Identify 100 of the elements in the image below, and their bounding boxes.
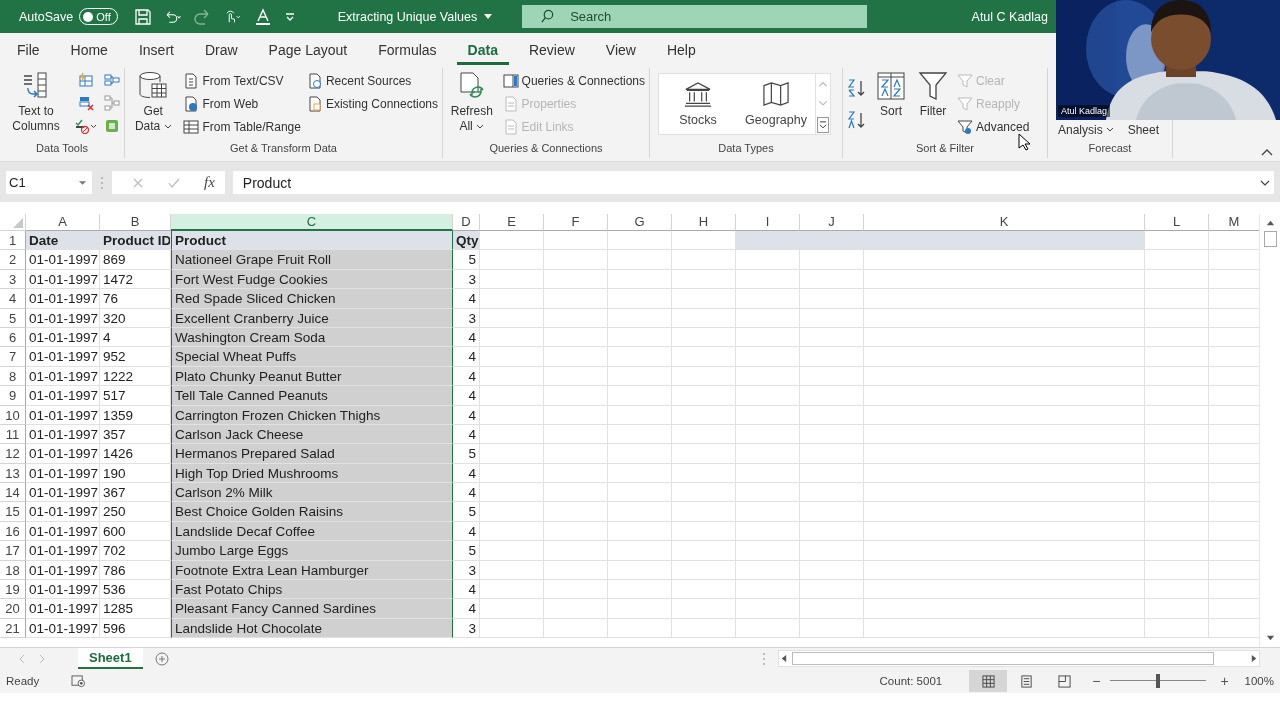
- data-model-icon[interactable]: [104, 118, 120, 134]
- sheet-tab[interactable]: Sheet1: [78, 648, 143, 669]
- row-header[interactable]: 4: [0, 289, 26, 309]
- row-header[interactable]: 8: [0, 366, 26, 387]
- row-header[interactable]: 15: [0, 502, 26, 522]
- table-cell: [1145, 269, 1209, 290]
- row-header[interactable]: 18: [0, 560, 26, 581]
- column-header[interactable]: F: [544, 214, 608, 231]
- zoom-level[interactable]: 100%: [1244, 675, 1274, 687]
- row-header[interactable]: 5: [0, 308, 26, 328]
- relationships-icon[interactable]: [104, 95, 120, 111]
- sort-ascending-icon[interactable]: [847, 78, 867, 98]
- funnel-icon: [957, 119, 973, 135]
- filter-button[interactable]: Filter: [915, 70, 951, 119]
- table-cell: [544, 560, 608, 581]
- ribbon-button[interactable]: Advanced: [957, 117, 1030, 137]
- sort-descending-icon[interactable]: [847, 110, 867, 130]
- row-header[interactable]: 3: [0, 269, 26, 290]
- caret-icon: [163, 123, 172, 130]
- zoom-out-button[interactable]: −: [1092, 673, 1101, 689]
- ribbon-tab[interactable]: Insert: [127, 42, 185, 65]
- font-color-icon[interactable]: [253, 7, 272, 26]
- scroll-left-icon[interactable]: [779, 654, 788, 663]
- customize-icon[interactable]: [283, 10, 296, 23]
- ribbon-button[interactable]: From Web: [183, 94, 301, 114]
- table-cell: [800, 618, 864, 639]
- text-to-columns-button[interactable]: Text to Columns: [4, 70, 68, 134]
- scroll-thumb[interactable]: [792, 652, 1214, 665]
- collapse-ribbon-icon[interactable]: [1261, 148, 1273, 156]
- ribbon-button[interactable]: From Table/Range: [183, 117, 301, 137]
- get-data-button[interactable]: Get Data: [129, 70, 178, 134]
- ribbon-button[interactable]: From Text/CSV: [183, 71, 301, 91]
- horizontal-scrollbar[interactable]: [778, 650, 1260, 667]
- more-icon[interactable]: [817, 117, 829, 133]
- row-header[interactable]: 9: [0, 386, 26, 406]
- vertical-scrollbar[interactable]: [1259, 214, 1280, 647]
- row-header[interactable]: 13: [0, 463, 26, 484]
- column-header[interactable]: L: [1145, 214, 1209, 231]
- ribbon-tab[interactable]: File: [6, 42, 51, 65]
- refresh-all-button[interactable]: Refresh All: [447, 70, 497, 134]
- scroll-down-icon[interactable]: [1265, 634, 1275, 643]
- row-header[interactable]: 14: [0, 483, 26, 503]
- row-header[interactable]: 16: [0, 521, 26, 542]
- ribbon-tab[interactable]: Review: [517, 42, 586, 65]
- zoom-in-button[interactable]: +: [1220, 673, 1229, 689]
- column-header[interactable]: H: [672, 214, 736, 231]
- table-cell: [1145, 599, 1209, 619]
- row-header[interactable]: 12: [0, 444, 26, 464]
- ribbon-tab[interactable]: Help: [655, 42, 707, 65]
- ribbon-button[interactable]: Recent Sources: [306, 71, 438, 91]
- add-sheet-icon[interactable]: [154, 651, 169, 666]
- row-header[interactable]: 2: [0, 250, 26, 270]
- stocks-button[interactable]: Stocks: [659, 74, 737, 134]
- table-cell: Nationeel Grape Fruit Roll: [171, 250, 453, 270]
- save-icon[interactable]: [133, 7, 152, 26]
- row-header[interactable]: 10: [0, 405, 26, 425]
- caret-icon[interactable]: [484, 13, 493, 20]
- sort-button[interactable]: Sort: [873, 70, 909, 119]
- ribbon-tab[interactable]: Home: [59, 42, 119, 65]
- user-name[interactable]: Atul C Kadlag: [971, 9, 1048, 24]
- connection-file-icon: [306, 96, 323, 112]
- column-header[interactable]: C: [171, 214, 453, 231]
- table-cell: Carlson Jack Cheese: [171, 424, 453, 445]
- row-header[interactable]: 1: [0, 231, 26, 251]
- name-box[interactable]: C1: [6, 171, 92, 194]
- column-header[interactable]: E: [480, 214, 544, 231]
- ribbon-button[interactable]: Sheet: [1127, 120, 1160, 140]
- ribbon-button[interactable]: Analysis: [1058, 120, 1114, 140]
- row-header[interactable]: 11: [0, 424, 26, 445]
- column-header[interactable]: G: [608, 214, 672, 231]
- table-cell: 5: [453, 541, 480, 561]
- row-header[interactable]: 20: [0, 599, 26, 619]
- formula-field[interactable]: Product: [232, 171, 1274, 194]
- row-header[interactable]: 17: [0, 541, 26, 561]
- normal-view-button[interactable]: [969, 670, 1008, 692]
- ribbon-button[interactable]: Queries & Connections: [502, 71, 645, 91]
- insert-function-button[interactable]: fx: [204, 174, 215, 191]
- table-cell: [544, 231, 608, 251]
- macro-record-icon[interactable]: [71, 674, 87, 688]
- data-validation-icon[interactable]: [74, 118, 98, 134]
- row-header[interactable]: 7: [0, 347, 26, 367]
- row-header[interactable]: 21: [0, 618, 26, 639]
- ribbon-button[interactable]: Existing Connections: [306, 94, 438, 114]
- expand-icon[interactable]: [1260, 179, 1270, 186]
- ribbon-tab[interactable]: Formulas: [367, 42, 448, 65]
- ribbon-tab[interactable]: Page Layout: [257, 42, 359, 65]
- consolidate-icon[interactable]: [104, 72, 120, 88]
- ribbon-tab[interactable]: View: [594, 42, 647, 65]
- table-cell: [1145, 541, 1209, 561]
- search-field[interactable]: Search: [522, 5, 868, 28]
- scroll-up-icon[interactable]: [1265, 218, 1275, 227]
- row-header[interactable]: 19: [0, 580, 26, 600]
- zoom-slider[interactable]: [1110, 674, 1207, 688]
- scroll-right-icon[interactable]: [1250, 654, 1259, 663]
- scroll-thumb[interactable]: [1263, 231, 1277, 247]
- row-header[interactable]: 6: [0, 327, 26, 348]
- document-title[interactable]: Extracting Unique Values: [337, 9, 478, 24]
- geography-button[interactable]: Geography: [737, 74, 815, 134]
- caret-icon[interactable]: [79, 179, 86, 186]
- ribbon-tab[interactable]: Draw: [193, 42, 249, 65]
